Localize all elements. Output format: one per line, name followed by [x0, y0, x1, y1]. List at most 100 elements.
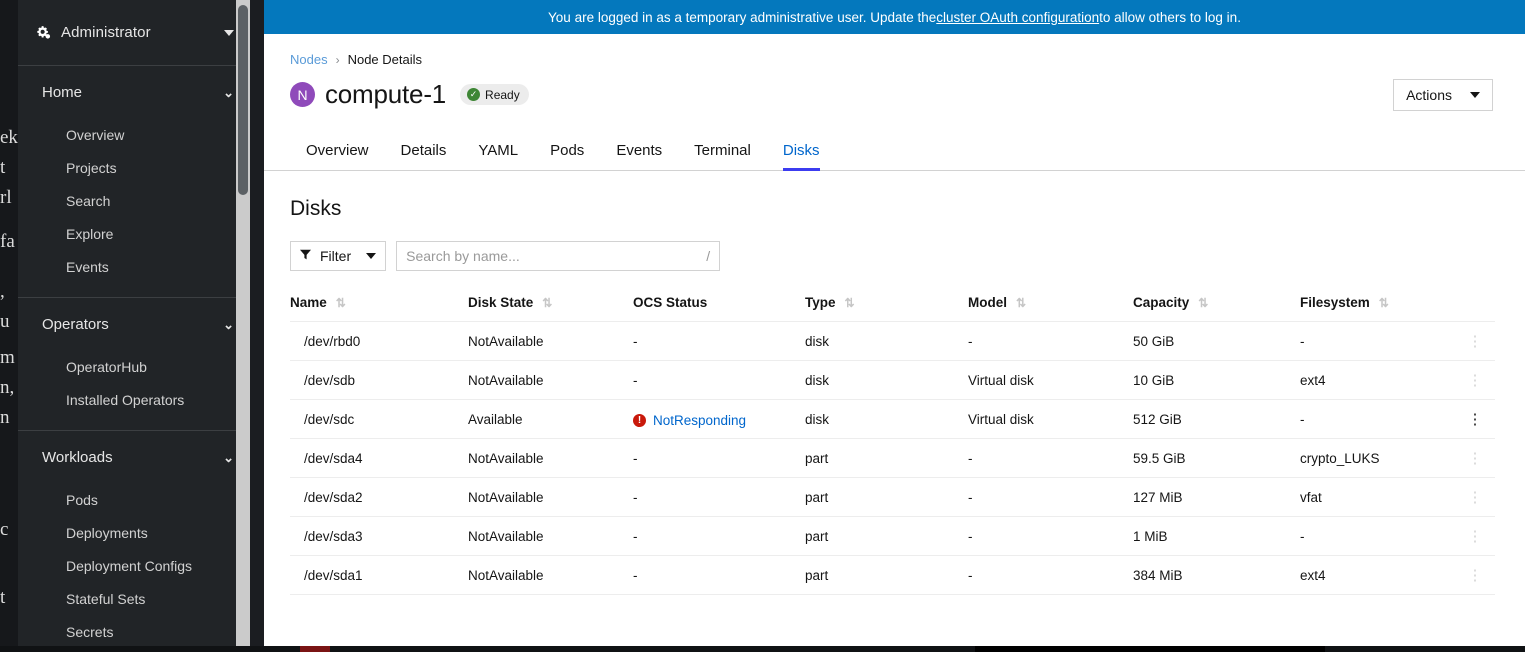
tab-yaml[interactable]: YAML	[462, 133, 534, 171]
column-header-name[interactable]: Name ⇅	[290, 295, 468, 322]
filter-dropdown-button[interactable]: Filter	[290, 241, 387, 271]
sidebar-item-pods[interactable]: Pods	[18, 483, 250, 516]
cell-capacity: 59.5 GiB	[1133, 438, 1300, 478]
disks-table-body: /dev/rbd0 NotAvailable - disk -50 GiB - ⋮/dev/…	[290, 321, 1495, 595]
cell-model: -	[968, 555, 1133, 595]
sidebar-item-deployment-configs[interactable]: Deployment Configs	[18, 549, 250, 582]
chevron-down-icon[interactable]: ⌄	[223, 318, 234, 331]
column-header-disk-state[interactable]: Disk State ⇅	[468, 295, 633, 322]
disks-table: Name ⇅ Disk State ⇅ OCS Status Type ⇅ Model ⇅ Cap…	[290, 295, 1495, 595]
cell-filesystem: ext4	[1300, 555, 1455, 595]
tab-details[interactable]: Details	[385, 133, 463, 171]
cell-actions: ⋮	[1455, 399, 1495, 439]
taskbar-item-dark	[975, 646, 1325, 652]
oauth-config-link[interactable]: cluster OAuth configuration	[936, 10, 1099, 25]
tab-terminal[interactable]: Terminal	[678, 133, 767, 171]
sidebar-scrollbar-track[interactable]	[236, 0, 250, 652]
tab-disks[interactable]: Disks	[767, 133, 836, 171]
sidebar-item-search[interactable]: Search	[18, 184, 250, 217]
sidebar-group-home[interactable]: Home ⌄	[18, 66, 250, 118]
sort-icon[interactable]: ⇅	[1379, 297, 1389, 309]
table-row: /dev/rbd0 NotAvailable - disk -50 GiB - ⋮	[290, 321, 1495, 361]
cell-actions: ⋮	[1455, 321, 1495, 361]
sidebar-item-stateful-sets[interactable]: Stateful Sets	[18, 582, 250, 615]
perspective-switcher[interactable]: Administrator	[18, 0, 250, 66]
cell-ocs: -	[633, 555, 805, 595]
kebab-menu-icon[interactable]: ⋮	[1468, 412, 1483, 427]
chevron-down-icon[interactable]	[224, 29, 234, 36]
ocs-status-error[interactable]: ! NotResponding	[633, 413, 746, 428]
column-header-inner: Model ⇅	[968, 295, 1026, 310]
sidebar-item-installed-operators[interactable]: Installed Operators	[18, 383, 250, 416]
check-circle-icon: ✓	[467, 88, 481, 101]
page-header: Nodes › Node Details N compute-1 ✓ Ready	[264, 34, 1525, 110]
temporary-user-alert: You are logged in as a temporary adminis…	[264, 0, 1525, 34]
sidebar-item-projects[interactable]: Projects	[18, 151, 250, 184]
tab-bar: Overview Details YAML Pods Events Terminal Dis…	[264, 132, 1525, 171]
sort-icon[interactable]: ⇅	[336, 297, 346, 309]
cell-model: -	[968, 438, 1133, 478]
column-header-capacity[interactable]: Capacity ⇅	[1133, 295, 1300, 322]
cell-state: NotAvailable	[468, 360, 633, 400]
table-row: /dev/sdc Available! NotResponding disk Virtu…	[290, 399, 1495, 439]
sidebar-item-explore[interactable]: Explore	[18, 217, 250, 250]
cell-name: /dev/rbd0	[290, 321, 468, 361]
cell-capacity: 512 GiB	[1133, 399, 1300, 439]
column-header-inner: Name ⇅	[290, 295, 346, 310]
alert-text-after: to allow others to log in.	[1099, 9, 1241, 25]
sidebar-section-home: Home ⌄ Overview Projects Search Explore Events	[18, 66, 250, 298]
console-main: You are logged in as a temporary adminis…	[264, 0, 1525, 646]
table-row: /dev/sda4 NotAvailable - part -59.5 GiB crypt…	[290, 438, 1495, 478]
cell-name: /dev/sda2	[290, 477, 468, 517]
cell-model: Virtual disk	[968, 360, 1133, 400]
sidebar-scrollbar-thumb[interactable]	[238, 5, 248, 195]
search-input[interactable]	[406, 248, 701, 264]
tab-events[interactable]: Events	[600, 133, 678, 171]
actions-button[interactable]: Actions	[1393, 79, 1493, 111]
status-badge-label: Ready	[485, 87, 520, 102]
cell-type: part	[805, 477, 968, 517]
kebab-menu-icon[interactable]: ⋮	[1468, 373, 1483, 388]
column-header-label: Type	[805, 295, 836, 310]
cell-capacity: 384 MiB	[1133, 555, 1300, 595]
cell-ocs: -	[633, 438, 805, 478]
sort-icon[interactable]: ⇅	[1016, 297, 1026, 309]
sort-icon[interactable]: ⇅	[845, 297, 855, 309]
search-shortcut-hint: /	[706, 248, 711, 264]
chevron-down-icon[interactable]: ⌄	[223, 86, 234, 99]
kebab-menu-icon[interactable]: ⋮	[1468, 334, 1483, 349]
cell-state: NotAvailable	[468, 321, 633, 361]
cell-filesystem: -	[1300, 399, 1455, 439]
kebab-menu-icon[interactable]: ⋮	[1468, 490, 1483, 505]
sort-icon[interactable]: ⇅	[542, 297, 552, 309]
sidebar-group-workloads[interactable]: Workloads ⌄	[18, 431, 250, 483]
tab-pods[interactable]: Pods	[534, 133, 600, 171]
cell-capacity: 127 MiB	[1133, 477, 1300, 517]
column-header-filesystem[interactable]: Filesystem ⇅	[1300, 295, 1455, 322]
sidebar-item-secrets[interactable]: Secrets	[18, 615, 250, 648]
sidebar-group-operators[interactable]: Operators ⌄	[18, 298, 250, 350]
column-header-label: Disk State	[468, 295, 534, 310]
kebab-menu-icon[interactable]: ⋮	[1468, 568, 1483, 583]
cell-model: -	[968, 321, 1133, 361]
kebab-menu-icon[interactable]: ⋮	[1468, 529, 1483, 544]
sort-icon[interactable]: ⇅	[1198, 297, 1208, 309]
cell-name: /dev/sdc	[290, 399, 468, 439]
search-box[interactable]: /	[396, 241, 721, 271]
column-header-type[interactable]: Type ⇅	[805, 295, 968, 322]
sidebar-item-events[interactable]: Events	[18, 250, 250, 283]
chevron-down-icon[interactable]: ⌄	[223, 451, 234, 464]
kebab-menu-icon[interactable]: ⋮	[1468, 451, 1483, 466]
chevron-down-icon	[1470, 92, 1480, 98]
sidebar-item-operatorhub[interactable]: OperatorHub	[18, 350, 250, 383]
breadcrumb-nodes-link[interactable]: Nodes	[290, 52, 328, 67]
perspective-label: Administrator	[61, 24, 151, 41]
disks-table-head: Name ⇅ Disk State ⇅ OCS Status Type ⇅ Model ⇅ Cap…	[290, 295, 1495, 322]
cell-state: NotAvailable	[468, 516, 633, 556]
cell-state: NotAvailable	[468, 477, 633, 517]
sidebar-item-overview[interactable]: Overview	[18, 118, 250, 151]
column-header-model[interactable]: Model ⇅	[968, 295, 1133, 322]
sidebar-item-deployments[interactable]: Deployments	[18, 516, 250, 549]
background-text-fragment: rl	[0, 188, 12, 207]
tab-overview[interactable]: Overview	[290, 133, 385, 171]
